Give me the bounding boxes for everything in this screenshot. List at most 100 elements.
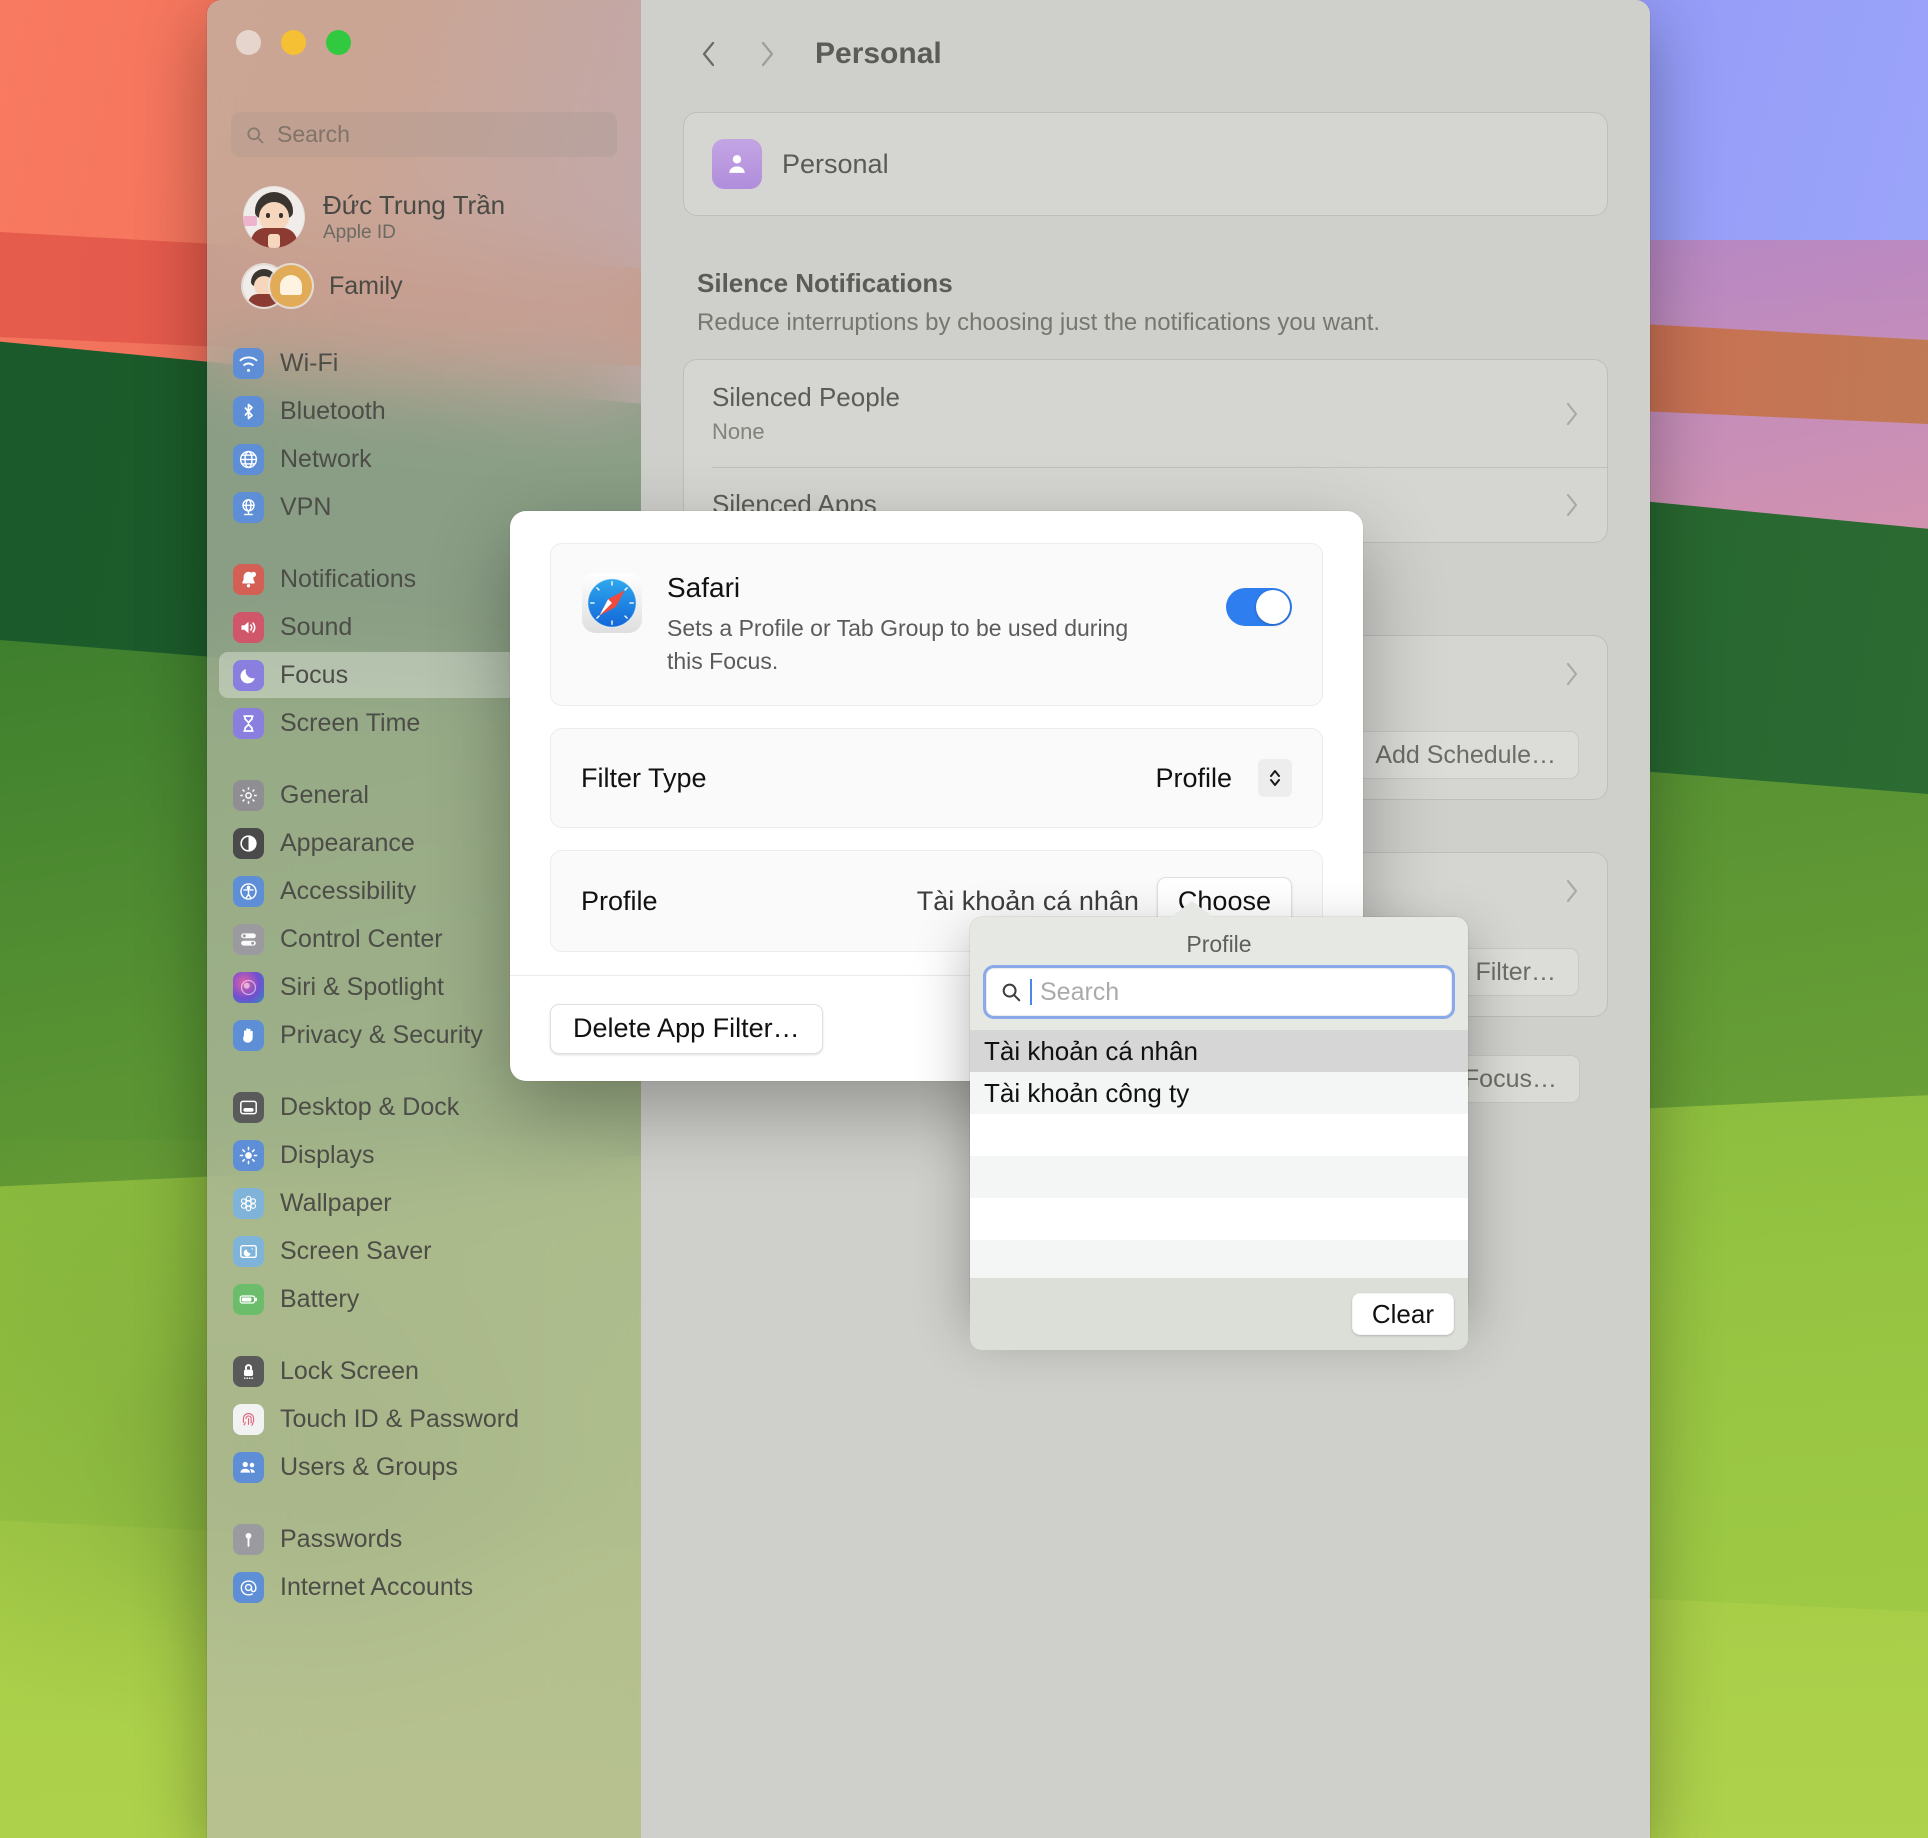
- account-subtitle: Apple ID: [323, 222, 505, 244]
- wifi-icon: [233, 348, 264, 379]
- profile-list[interactable]: Tài khoản cá nhân Tài khoản công ty: [970, 1030, 1468, 1278]
- add-schedule-button[interactable]: Add Schedule…: [1352, 731, 1579, 779]
- popover-title: Profile: [970, 917, 1468, 968]
- siri-icon: [233, 972, 264, 1003]
- list-item-empty: [970, 1156, 1468, 1198]
- sidebar-search-field[interactable]: Search: [231, 112, 617, 157]
- search-icon: [1000, 981, 1022, 1003]
- silence-notifications-subtitle: Reduce interruptions by choosing just th…: [697, 309, 1608, 337]
- app-description: Sets a Profile or Tab Group to be used d…: [667, 612, 1137, 677]
- list-item-empty: [970, 1114, 1468, 1156]
- close-button[interactable]: [236, 30, 261, 55]
- sidebar-item-bluetooth[interactable]: Bluetooth: [219, 388, 629, 434]
- avatar: [243, 186, 305, 248]
- sidebar-item-desktop-dock[interactable]: Desktop & Dock: [219, 1084, 629, 1130]
- sidebar-item-battery[interactable]: Battery: [219, 1276, 629, 1322]
- sidebar-group-display: Desktop & Dock Displays Wallpaper: [207, 1084, 641, 1322]
- family-label: Family: [329, 272, 403, 301]
- sidebar-item-label: Accessibility: [280, 877, 416, 906]
- apple-id-account-row[interactable]: Đức Trung Trần Apple ID: [219, 176, 629, 258]
- sidebar-item-users-groups[interactable]: Users & Groups: [219, 1444, 629, 1490]
- row-title: Silenced People: [712, 382, 900, 413]
- sidebar-item-label: Network: [280, 445, 372, 474]
- sidebar-item-screen-saver[interactable]: Screen Saver: [219, 1228, 629, 1274]
- family-avatars: [243, 264, 313, 308]
- focus-name: Personal: [782, 149, 889, 180]
- chevron-right-icon: [1565, 492, 1579, 518]
- sidebar-item-lock-screen[interactable]: Lock Screen: [219, 1348, 629, 1394]
- sidebar-item-label: Battery: [280, 1285, 359, 1314]
- sidebar-item-label: Privacy & Security: [280, 1021, 483, 1050]
- bluetooth-icon: [233, 396, 264, 427]
- sidebar-item-label: Wi-Fi: [280, 349, 338, 378]
- sidebar-item-label: Wallpaper: [280, 1189, 392, 1218]
- sidebar-group-security: Lock Screen Touch ID & Password Users & …: [207, 1348, 641, 1490]
- sidebar-item-internet-accounts[interactable]: Internet Accounts: [219, 1564, 629, 1610]
- delete-app-filter-button[interactable]: Delete App Filter…: [550, 1004, 823, 1054]
- sidebar-item-label: Displays: [280, 1141, 374, 1170]
- sidebar-item-passwords[interactable]: Passwords: [219, 1516, 629, 1562]
- silenced-people-row[interactable]: Silenced People None: [684, 360, 1607, 467]
- clear-button[interactable]: Clear: [1352, 1293, 1454, 1335]
- profile-value: Tài khoản cá nhân: [917, 886, 1139, 917]
- sidebar-group-network: Wi-Fi Bluetooth Network: [207, 340, 641, 530]
- sidebar-search-placeholder: Search: [277, 121, 350, 148]
- window-controls: [236, 30, 351, 55]
- minimize-button[interactable]: [281, 30, 306, 55]
- screen-saver-icon: [233, 1236, 264, 1267]
- filter-type-popup-button[interactable]: [1258, 759, 1292, 797]
- hand-icon: [233, 1020, 264, 1051]
- account-name: Đức Trung Trần: [323, 190, 505, 221]
- popover-arrow: [1170, 901, 1214, 918]
- accessibility-icon: [233, 876, 264, 907]
- profile-label: Profile: [581, 886, 658, 917]
- desktop-dock-icon: [233, 1092, 264, 1123]
- sidebar-item-family[interactable]: Family: [219, 258, 629, 314]
- sidebar-item-label: VPN: [280, 493, 331, 522]
- sidebar-item-displays[interactable]: Displays: [219, 1132, 629, 1178]
- popover-search-field[interactable]: Search: [986, 968, 1452, 1016]
- sidebar-item-label: Internet Accounts: [280, 1573, 473, 1602]
- key-icon: [233, 1524, 264, 1555]
- text-caret: [1030, 979, 1032, 1005]
- list-item[interactable]: Tài khoản cá nhân: [970, 1030, 1468, 1072]
- list-item[interactable]: Tài khoản công ty: [970, 1072, 1468, 1114]
- sidebar-group-accounts: Passwords Internet Accounts: [207, 1516, 641, 1610]
- silence-notifications-title: Silence Notifications: [697, 268, 1608, 299]
- sidebar-item-wi-fi[interactable]: Wi-Fi: [219, 340, 629, 386]
- zoom-button[interactable]: [326, 30, 351, 55]
- person-icon: [712, 139, 762, 189]
- sidebar-item-network[interactable]: Network: [219, 436, 629, 482]
- sidebar-item-label: Lock Screen: [280, 1357, 419, 1386]
- filter-type-value: Profile: [1155, 763, 1232, 794]
- list-item-empty: [970, 1240, 1468, 1278]
- hourglass-icon: [233, 708, 264, 739]
- back-button[interactable]: [683, 28, 735, 80]
- profile-popover: Profile Search Tài khoản cá nhân Tài kho…: [970, 917, 1468, 1314]
- sidebar-item-label: Siri & Spotlight: [280, 973, 444, 1002]
- forward-button[interactable]: [741, 28, 793, 80]
- appearance-icon: [233, 828, 264, 859]
- sidebar-item-label: Screen Saver: [280, 1237, 431, 1266]
- gear-icon: [233, 780, 264, 811]
- sidebar-item-label: Sound: [280, 613, 352, 642]
- sidebar-item-label: Focus: [280, 661, 348, 690]
- sidebar-item-label: Desktop & Dock: [280, 1093, 459, 1122]
- sidebar-item-wallpaper[interactable]: Wallpaper: [219, 1180, 629, 1226]
- safari-filter-toggle[interactable]: [1226, 588, 1292, 626]
- control-center-icon: [233, 924, 264, 955]
- brightness-icon: [233, 1140, 264, 1171]
- sidebar-item-label: Users & Groups: [280, 1453, 458, 1482]
- vpn-icon: [233, 492, 264, 523]
- moon-icon: [233, 660, 264, 691]
- sidebar-item-label: Touch ID & Password: [280, 1405, 519, 1434]
- sidebar-item-label: Appearance: [280, 829, 415, 858]
- chevron-up-down-icon: [1267, 766, 1283, 790]
- fingerprint-icon: [233, 1404, 264, 1435]
- list-item-empty: [970, 1198, 1468, 1240]
- chevron-right-icon: [1565, 878, 1579, 904]
- row-value: None: [712, 419, 900, 445]
- lock-icon: [233, 1356, 264, 1387]
- sidebar-item-touch-id-password[interactable]: Touch ID & Password: [219, 1396, 629, 1442]
- safari-icon: [581, 572, 643, 634]
